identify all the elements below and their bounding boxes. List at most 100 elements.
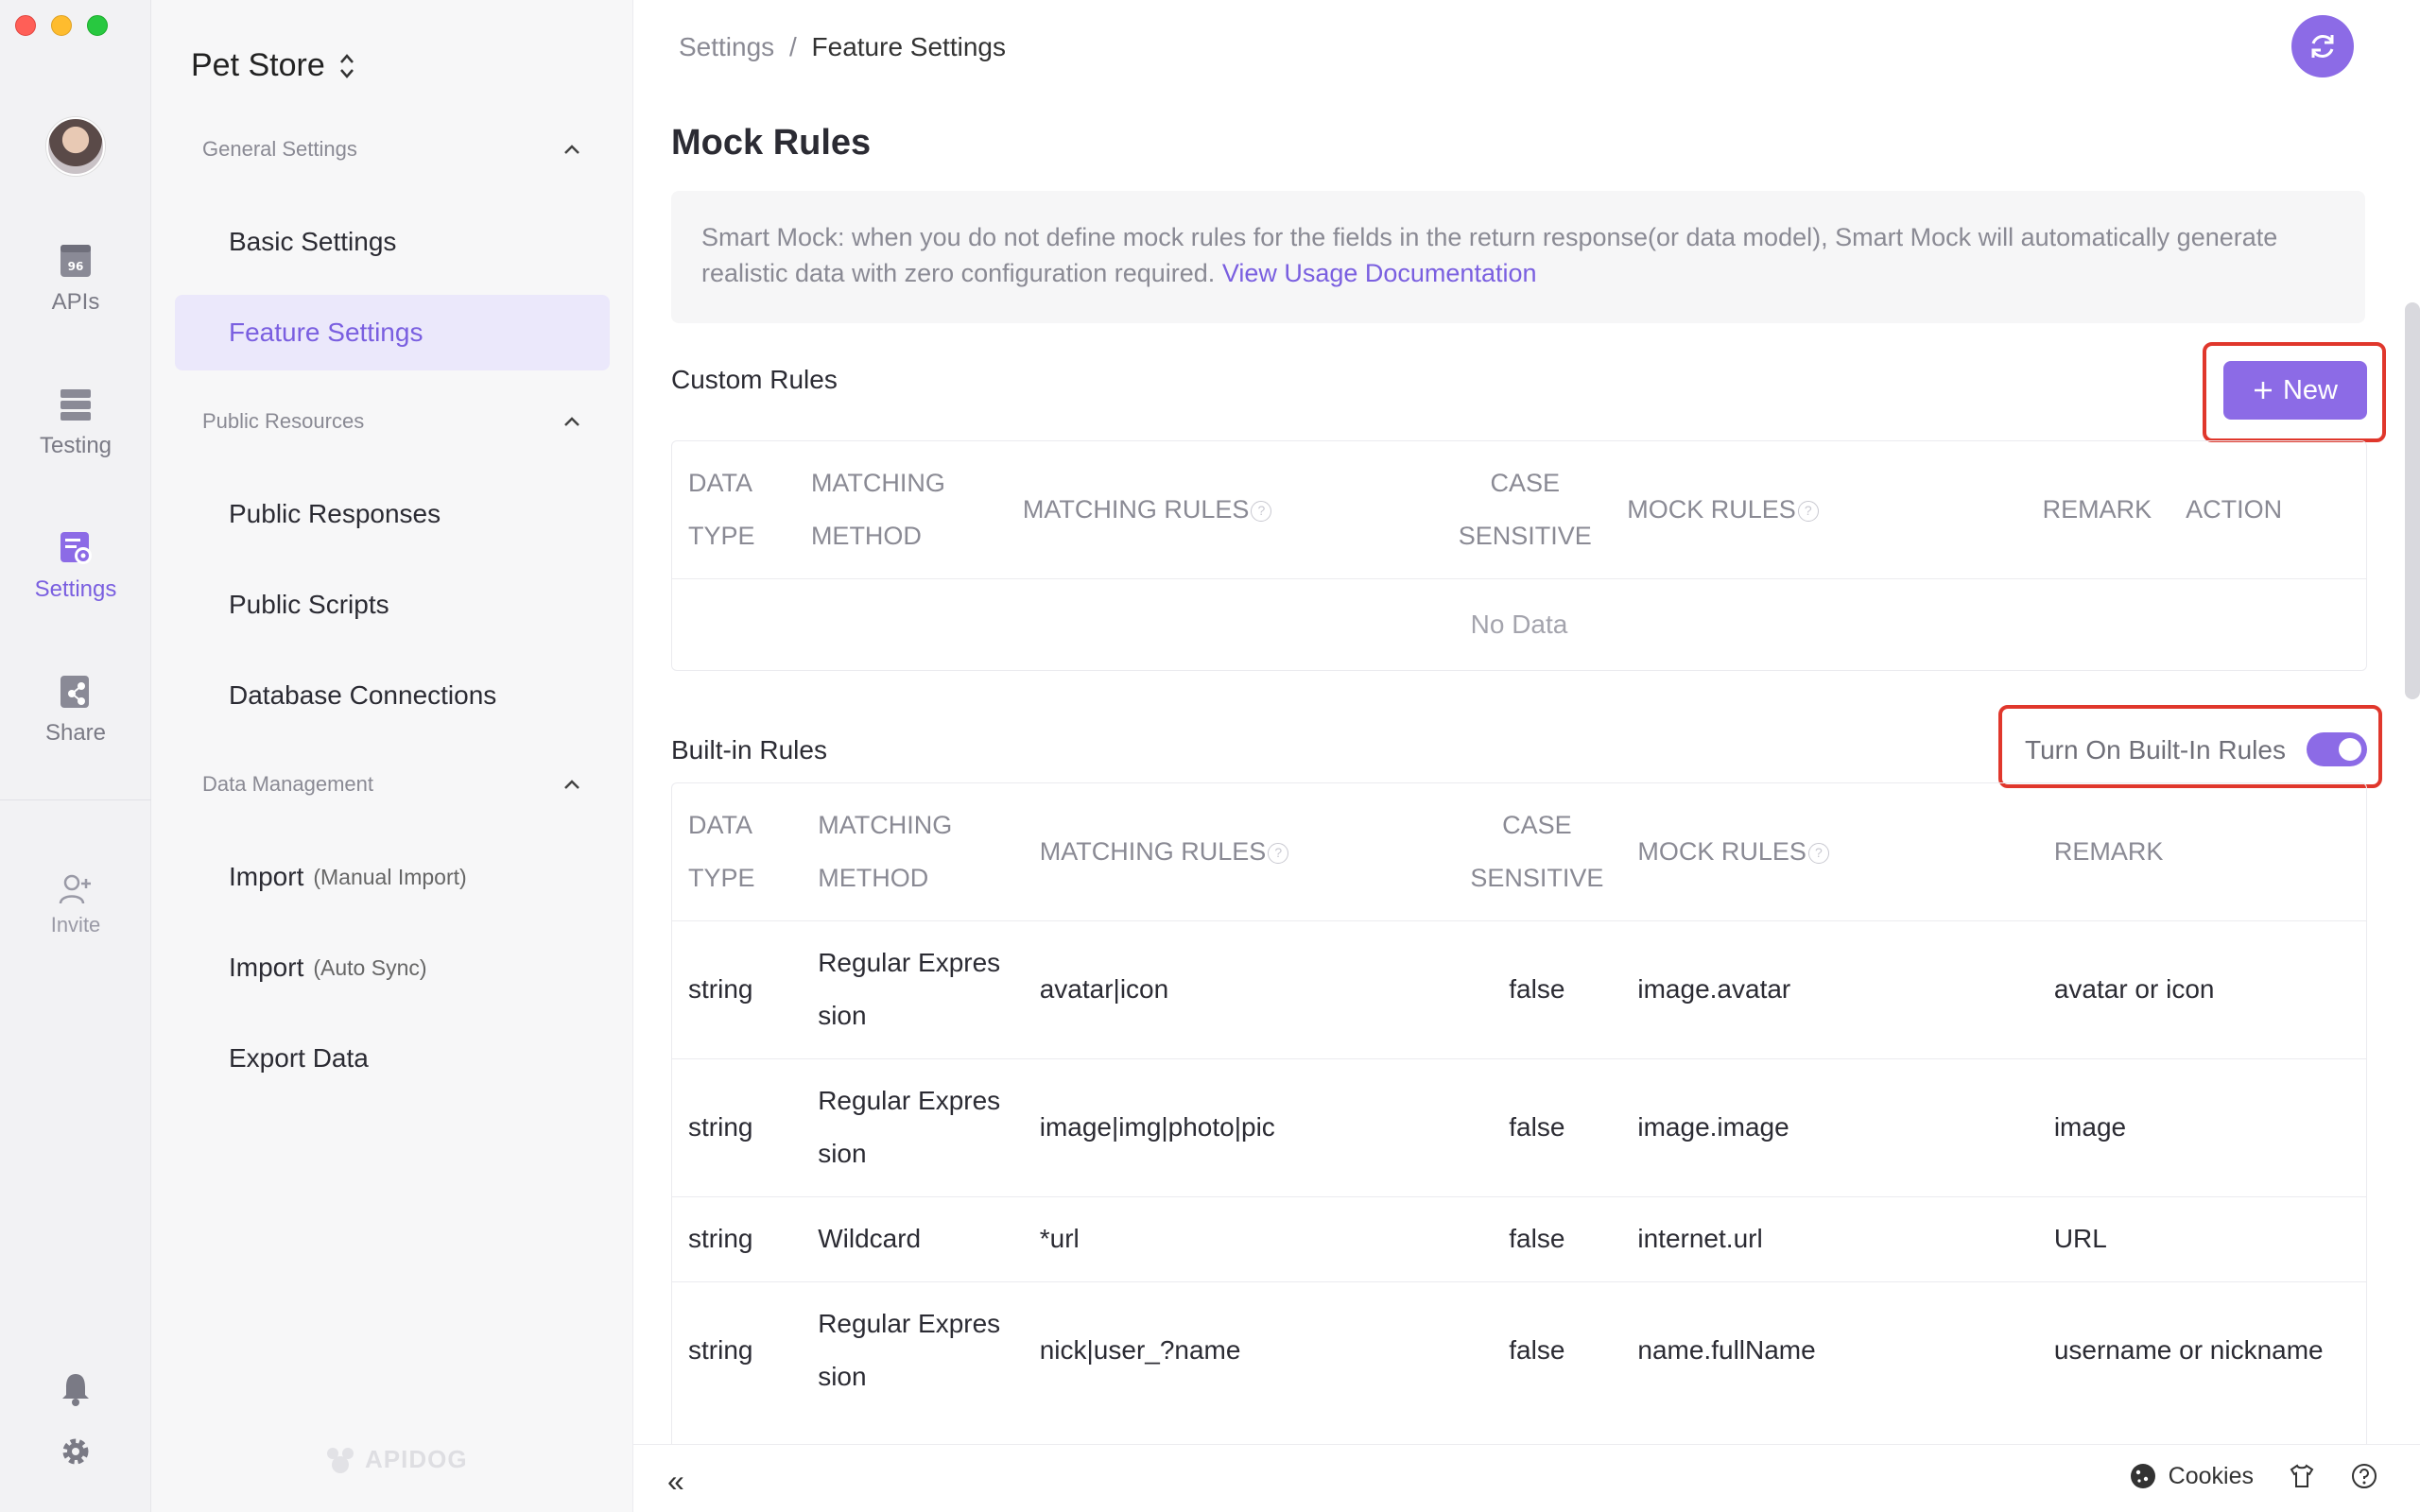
header-line: REMARK: [2053, 836, 2164, 866]
builtin-toggle-label: Turn On Built-In Rules: [2025, 735, 2286, 765]
no-data-text: No Data: [671, 577, 2367, 670]
help-icon[interactable]: ?: [1268, 842, 1289, 864]
sidebar-item-label: Database Connections: [229, 680, 497, 710]
apidog-logo: APIDOG: [323, 1444, 468, 1474]
cell-case: false: [1453, 919, 1621, 1058]
col-action: ACTION: [2169, 440, 2367, 578]
sidebar-item-sublabel: (Manual Import): [313, 864, 467, 889]
cell-case: false: [1453, 1280, 1621, 1419]
header-line: DATA: [688, 468, 753, 497]
cell-rule: *url: [1022, 1195, 1454, 1281]
cell-remark: username or nickname: [2036, 1280, 2367, 1419]
table-row: string Wildcard *url false internet.url …: [671, 1195, 2367, 1281]
chevron-up-icon: [564, 145, 579, 154]
rail-item-apis[interactable]: 96 APIs: [0, 242, 151, 316]
apidog-logo-icon: [327, 1448, 354, 1473]
sync-icon: [2311, 35, 2334, 58]
table-row: string Regular Expres sion nick|user_?nam…: [671, 1280, 2367, 1419]
help-circle-icon[interactable]: [2350, 1462, 2378, 1490]
header-line: METHOD: [818, 863, 929, 892]
table-row: string Regular Expres sion image|img|phot…: [671, 1057, 2367, 1196]
custom-rules-label: Custom Rules: [671, 365, 838, 394]
apidog-logo-text: APIDOG: [365, 1444, 468, 1473]
table-header-row: DATA TYPE MATCHING METHOD MATCHING RULES? …: [671, 782, 2367, 920]
header-line: MOCK RULES: [1637, 836, 1806, 866]
cell-type: string: [671, 1195, 802, 1281]
cell-remark: image: [2036, 1057, 2367, 1196]
col-case-sensitive: CASE SENSITIVE: [1453, 782, 1620, 920]
invite-button[interactable]: Invite: [0, 873, 151, 937]
breadcrumb-separator: /: [788, 32, 797, 61]
custom-rules-table: DATA TYPE MATCHING METHOD MATCHING RULES? …: [671, 440, 2367, 670]
sidebar-item-database-connections[interactable]: Database Connections: [175, 658, 610, 733]
col-case-sensitive: CASE SENSITIVE: [1440, 440, 1610, 578]
col-matching-method: MATCHING METHOD: [801, 782, 1023, 920]
table-row: string Regular Expres sion avatar|icon fa…: [671, 919, 2367, 1058]
cell-mock: image.image: [1620, 1057, 2037, 1196]
cell-case: false: [1453, 1195, 1621, 1281]
vertical-scrollbar[interactable]: [2405, 302, 2420, 699]
svg-text:96: 96: [68, 260, 84, 273]
collapse-sidebar-button[interactable]: «: [667, 1464, 684, 1499]
new-rule-button[interactable]: New: [2223, 361, 2367, 420]
sync-button[interactable]: [2291, 15, 2354, 77]
col-mock-rules: MOCK RULES?: [1610, 440, 2025, 578]
builtin-rules-toggle[interactable]: [2307, 732, 2367, 766]
cell-method: Regular Expres sion: [801, 1280, 1023, 1419]
bell-icon[interactable]: [57, 1370, 95, 1408]
help-icon[interactable]: ?: [1251, 500, 1272, 522]
sidebar-item-public-responses[interactable]: Public Responses: [175, 476, 610, 552]
sidebar-item-export-data[interactable]: Export Data: [175, 1021, 610, 1096]
cookie-icon: [2130, 1464, 2155, 1488]
sidebar-item-import-auto-sync[interactable]: Import (Auto Sync): [175, 930, 610, 1005]
rail-item-testing[interactable]: Testing: [0, 386, 151, 459]
sidebar-item-public-scripts[interactable]: Public Scripts: [175, 567, 610, 643]
cell-rule: avatar|icon: [1022, 919, 1454, 1058]
sidebar-item-label: Public Responses: [229, 499, 441, 528]
group-public-resources[interactable]: Public Resources: [202, 409, 581, 434]
footer-actions: Cookies: [2129, 1462, 2378, 1490]
project-name: Pet Store: [191, 47, 325, 83]
smart-mock-info: Smart Mock: when you do not define mock …: [671, 191, 2365, 323]
project-switcher[interactable]: Pet Store: [191, 47, 355, 84]
col-remark: REMARK: [2037, 782, 2367, 920]
header-line: MOCK RULES: [1627, 494, 1796, 524]
cell-method-line: sion: [818, 1139, 867, 1168]
shirt-icon[interactable]: [2288, 1462, 2316, 1490]
rail-item-settings[interactable]: Settings: [0, 529, 151, 603]
help-icon[interactable]: ?: [1807, 842, 1829, 864]
group-data-management[interactable]: Data Management: [202, 772, 581, 797]
group-label: Data Management: [202, 772, 373, 796]
header-line: MATCHING: [810, 468, 945, 497]
cell-mock: image.avatar: [1620, 919, 2037, 1058]
sidebar-item-label: Import: [229, 862, 304, 891]
new-button-label: New: [2282, 374, 2338, 405]
help-icon[interactable]: ?: [1797, 500, 1819, 522]
usage-doc-link[interactable]: View Usage Documentation: [1222, 259, 1537, 287]
breadcrumb: Settings / Feature Settings: [679, 32, 1006, 62]
header-line: REMARK: [2042, 494, 2152, 524]
gear-icon[interactable]: [57, 1433, 95, 1470]
minimize-window-button[interactable]: [51, 15, 72, 36]
group-label: Public Resources: [202, 409, 365, 433]
header-line: MATCHING RULES: [1022, 494, 1250, 524]
group-general-settings[interactable]: General Settings: [202, 137, 581, 162]
cell-method-line: Regular Expres: [818, 1086, 1001, 1115]
sidebar-item-label: Feature Settings: [229, 318, 424, 347]
header-line: TYPE: [688, 521, 755, 550]
breadcrumb-root[interactable]: Settings: [679, 32, 774, 61]
sidebar-item-basic-settings[interactable]: Basic Settings: [175, 204, 610, 280]
cookies-button[interactable]: Cookies: [2129, 1462, 2254, 1490]
plus-icon: [2254, 382, 2272, 399]
avatar[interactable]: [46, 117, 105, 176]
rail-item-share[interactable]: Share: [0, 673, 151, 747]
close-window-button[interactable]: [15, 15, 36, 36]
cell-remark: URL: [2036, 1195, 2367, 1281]
zoom-window-button[interactable]: [87, 15, 108, 36]
sidebar-item-import-manual[interactable]: Import (Manual Import): [175, 839, 610, 915]
settings-sidebar: Pet Store General Settings Basic Setting…: [151, 0, 633, 1512]
cell-case: false: [1453, 1057, 1621, 1196]
col-mock-rules: MOCK RULES?: [1620, 782, 2036, 920]
col-matching-rules: MATCHING RULES?: [1006, 440, 1440, 578]
sidebar-item-feature-settings[interactable]: Feature Settings: [175, 295, 610, 370]
